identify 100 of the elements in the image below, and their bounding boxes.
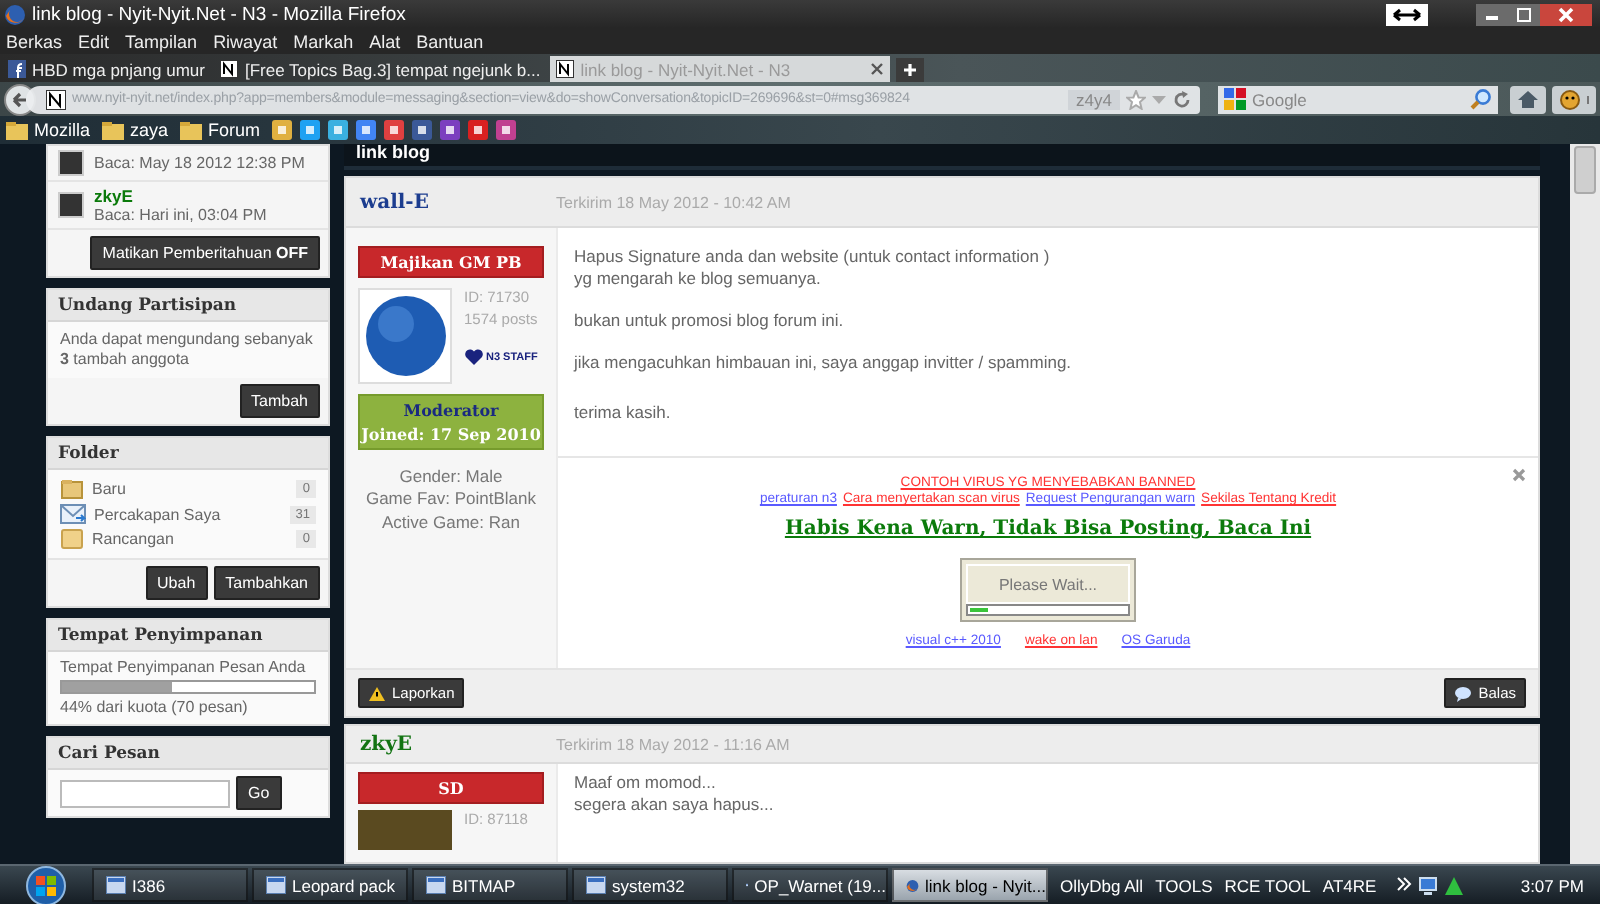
search-input[interactable] xyxy=(60,779,230,807)
browser-tab[interactable]: HBD mga pnjang umur xyxy=(2,56,211,82)
firefox-icon xyxy=(906,875,920,895)
site-icon[interactable] xyxy=(356,120,377,140)
speech-bubble-icon xyxy=(1454,685,1473,702)
post-paragraph: jika mengacuhkan himbauan ini, saya anggap invitter / spamming. xyxy=(574,352,1074,375)
post-date: Terkirim 18 May 2012 - 10:42 AM xyxy=(556,193,791,211)
panel-title: Undang Partisipan xyxy=(48,290,328,322)
taskbar-button[interactable]: I386 xyxy=(92,868,248,902)
toolbar-item[interactable]: TOOLS xyxy=(1155,875,1213,895)
menu-item[interactable]: Tampilan xyxy=(125,31,198,51)
site-icon[interactable] xyxy=(496,120,517,140)
site-icon xyxy=(556,60,575,78)
author-name[interactable]: wall-E xyxy=(346,191,556,213)
window-title: link blog - Nyit-Nyit.Net - N3 - Mozilla Firefox xyxy=(32,3,406,25)
identity-badge: z4y4 xyxy=(1068,89,1120,109)
folder-icon xyxy=(102,121,125,139)
folder-icon xyxy=(60,478,84,500)
panel-title: Folder xyxy=(48,438,328,470)
clock: 3:07 PM xyxy=(1520,875,1584,895)
site-icon xyxy=(220,60,239,78)
star-icon[interactable] xyxy=(1126,89,1146,109)
facebook-icon xyxy=(8,60,26,78)
close-button[interactable] xyxy=(1540,3,1592,25)
loading-text: Please Wait... xyxy=(966,564,1130,605)
home-button[interactable] xyxy=(1510,85,1546,113)
bookmark[interactable]: Mozilla xyxy=(6,120,91,140)
group-badge: Moderator Joined: 17 Sep 2010 xyxy=(358,394,544,450)
resize-icon xyxy=(1386,3,1428,25)
close-icon[interactable] xyxy=(870,62,885,76)
google-icon xyxy=(1224,88,1246,110)
post-paragraph: terima kasih. xyxy=(574,402,673,425)
rank-badge: Majikan GM PB xyxy=(358,246,544,278)
menu-item[interactable]: Edit xyxy=(78,31,110,51)
folder-icon xyxy=(6,121,28,139)
signature-heading-link[interactable]: Habis Kena Warn, Tidak Bisa Posting, Baca Ini xyxy=(566,518,1530,541)
menu-item[interactable]: Alat xyxy=(369,31,401,51)
bookmark[interactable]: Forum xyxy=(180,120,261,140)
browser-tab[interactable]: [Free Topics Bag.3] tempat ngejunk b... xyxy=(214,56,547,82)
network-icon xyxy=(1418,875,1439,895)
start-button[interactable] xyxy=(26,865,66,904)
toolbar-item[interactable]: OllyDbg All xyxy=(1060,875,1144,895)
folder-button[interactable]: Ubah xyxy=(145,566,208,600)
go-button[interactable]: Go xyxy=(236,776,282,810)
reload-icon[interactable] xyxy=(1172,89,1192,109)
firefox-icon xyxy=(4,3,26,25)
taskbar-button[interactable]: OP_Warnet (19... xyxy=(732,868,888,902)
menu-item[interactable]: Markah xyxy=(293,31,354,51)
profile-field: Game Fav: PointBlank xyxy=(365,488,537,512)
chevron-icon[interactable] xyxy=(1396,875,1413,891)
avatar-image xyxy=(358,810,452,851)
storage-label: Tempat Penyimpanan Pesan Anda xyxy=(60,658,308,676)
bookmark[interactable]: zaya xyxy=(102,120,169,140)
taskbar-button[interactable]: link blog - Nyit... xyxy=(892,868,1048,902)
warning-icon xyxy=(368,685,386,702)
topic-title: link blog xyxy=(344,144,1540,170)
post-paragraph: Maaf om momod... segera akan saya hapus... xyxy=(574,772,776,817)
folder-button[interactable]: Tambahkan xyxy=(213,566,320,600)
menu-item[interactable]: Berkas xyxy=(6,31,63,51)
triangle-icon xyxy=(1444,875,1465,895)
menu-item[interactable]: Bantuan xyxy=(416,31,484,51)
author-name[interactable]: zkyE xyxy=(346,733,556,756)
menu-item[interactable]: Riwayat xyxy=(213,31,278,51)
site-icon xyxy=(46,89,66,109)
close-icon[interactable] xyxy=(1512,468,1526,483)
toolbar-item[interactable]: AT4RE xyxy=(1322,875,1377,895)
maximize-button[interactable] xyxy=(1508,3,1540,25)
site-icon[interactable] xyxy=(440,120,461,140)
addon-button[interactable] xyxy=(1552,85,1596,113)
panel-title: Cari Pesan xyxy=(48,738,328,770)
site-icon[interactable] xyxy=(412,120,433,140)
taskbar-button[interactable]: system32 xyxy=(572,868,728,902)
minimize-button[interactable] xyxy=(1476,3,1508,25)
read-time: Baca: Hari ini, 03:04 PM xyxy=(94,206,267,224)
taskbar-button[interactable]: BITMAP xyxy=(412,868,568,902)
search-icon[interactable] xyxy=(1470,88,1492,110)
site-icon[interactable] xyxy=(384,120,405,140)
post-paragraph: bukan untuk promosi blog forum ini. xyxy=(574,310,846,333)
avatar xyxy=(58,192,84,218)
site-icon[interactable] xyxy=(328,120,349,140)
taskbar-button[interactable]: Leopard pack xyxy=(252,868,408,902)
add-button[interactable]: Tambah xyxy=(239,384,320,418)
profile-field: Active Game: Ran xyxy=(365,511,537,535)
folder-icon xyxy=(180,121,203,139)
scrollbar[interactable] xyxy=(1570,144,1600,864)
participant-name[interactable]: zkyE xyxy=(94,186,267,206)
folder-icon xyxy=(60,528,84,550)
rank-badge: SD xyxy=(358,772,544,805)
site-icon[interactable] xyxy=(300,120,321,140)
notification-toggle-button[interactable]: Matikan Pemberitahuan OFF xyxy=(90,236,320,270)
site-icon[interactable] xyxy=(468,120,489,140)
toolbar-item[interactable]: RCE TOOL xyxy=(1224,875,1311,895)
storage-reading: 44% dari kuota (70 pesan) xyxy=(60,698,250,716)
site-icon[interactable] xyxy=(272,120,293,140)
read-time: Baca: May 18 2012 12:38 PM xyxy=(94,154,305,172)
profile-field: Gender: Male xyxy=(365,466,537,489)
invite-text: Anda dapat mengundang sebanyak 3 tambah anggota xyxy=(48,322,328,378)
envelope-icon xyxy=(60,504,86,524)
avatar xyxy=(58,150,84,176)
new-tab-button[interactable] xyxy=(896,58,925,82)
